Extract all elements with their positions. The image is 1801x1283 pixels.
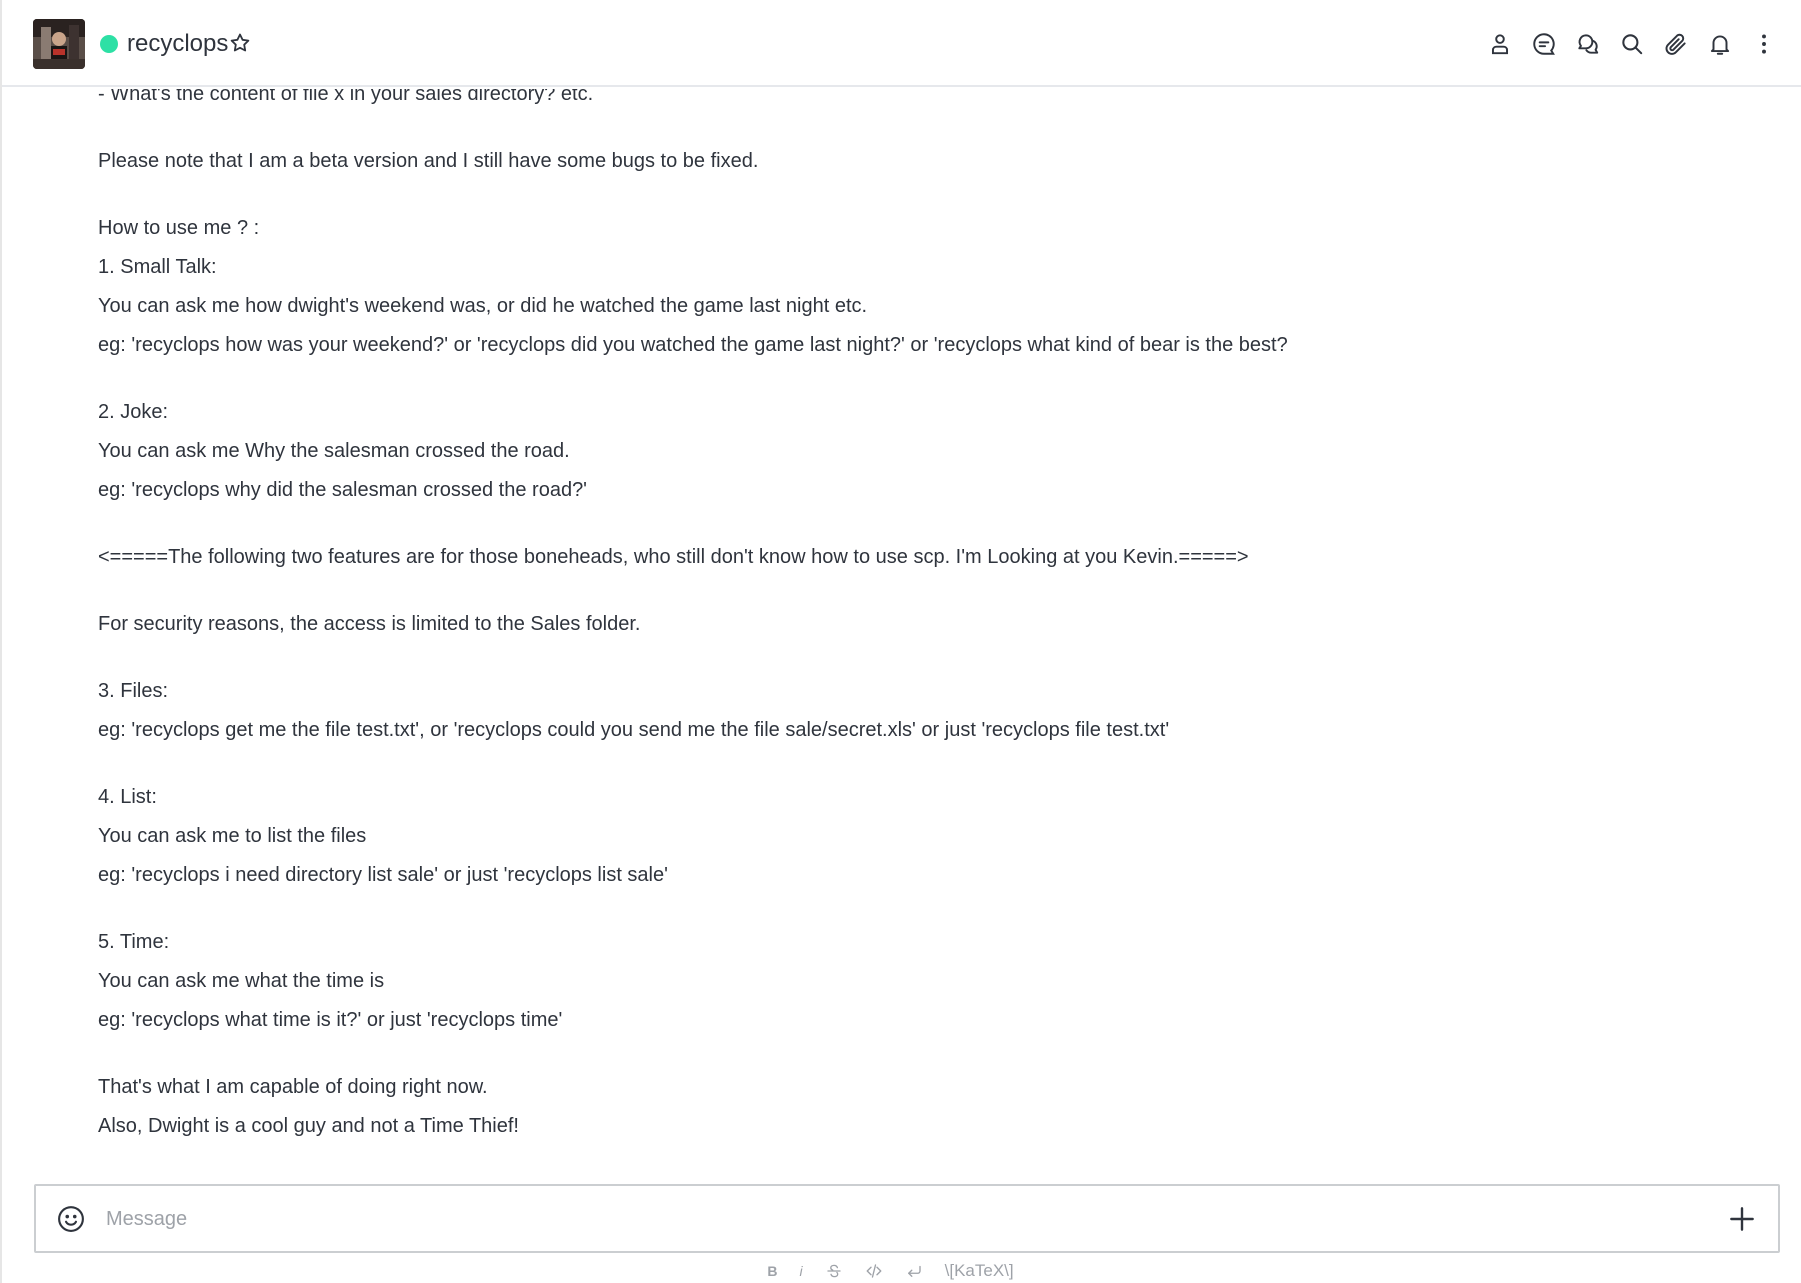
message-line: Please note that I am a beta version and… [98,150,759,172]
message-line: eg: 'recyclops why did the salesman cros… [98,479,588,501]
message-list: - What's the content of file x in your s… [2,89,1801,1179]
notification-bell-icon[interactable] [1705,27,1735,61]
message-line: eg: 'recyclops what time is it?' or just… [98,1009,563,1031]
attachment-icon[interactable] [1661,27,1691,61]
message-line: You can ask me what the time is [98,970,385,992]
threads-icon[interactable] [1573,27,1603,61]
message-line: 3. Files: [98,680,169,702]
italic-button[interactable]: i [800,1259,803,1283]
message-body: - What's the content of file x in your s… [98,89,1598,1146]
message-line: Also, Dwight is a cool guy and not a Tim… [98,1115,519,1137]
message-line: <=====The following two features are for… [98,546,1249,568]
message-line: You can ask me Why the salesman crossed … [98,440,570,462]
message-composer [34,1184,1780,1253]
room-title[interactable]: recyclops [127,29,228,59]
message-line: You can ask me to list the files [98,825,367,847]
message-line: eg: 'recyclops get me the file test.txt'… [98,719,1170,741]
multiline-return-icon[interactable] [905,1259,923,1283]
header-toolbar [1485,27,1779,61]
room-header: recyclops [2,0,1801,87]
user-info-icon[interactable] [1485,27,1515,61]
message-input[interactable] [106,1198,1656,1240]
bold-button[interactable]: B [767,1259,777,1283]
avatar[interactable] [33,19,85,69]
message-line: How to use me ? : [98,217,260,239]
message-line: 2. Joke: [98,401,169,423]
strikethrough-icon[interactable] [825,1259,843,1283]
search-icon[interactable] [1617,27,1647,61]
online-status-indicator [100,35,118,53]
katex-button[interactable]: \[KaTeX\] [945,1259,1014,1283]
discussion-icon[interactable] [1529,27,1559,61]
message-line: 5. Time: [98,931,170,953]
message-line: - What's the content of file x in your s… [98,89,594,105]
message-line: 4. List: [98,786,157,808]
formatting-toolbar: B i \[KaTeX\] [0,1259,1801,1283]
message-line: For security reasons, the access is limi… [98,613,641,635]
favorite-star-icon[interactable] [228,31,252,55]
emoji-picker-icon[interactable] [56,1204,86,1234]
code-icon[interactable] [865,1259,883,1283]
message-line: You can ask me how dwight's weekend was,… [98,295,868,317]
message-line: eg: 'recyclops i need directory list sal… [98,864,668,886]
message-line: eg: 'recyclops how was your weekend?' or… [98,334,1288,356]
message-line: 1. Small Talk: [98,256,217,278]
add-action-icon[interactable] [1726,1203,1758,1235]
message-line: That's what I am capable of doing right … [98,1076,488,1098]
kebab-menu-icon[interactable] [1749,27,1779,61]
